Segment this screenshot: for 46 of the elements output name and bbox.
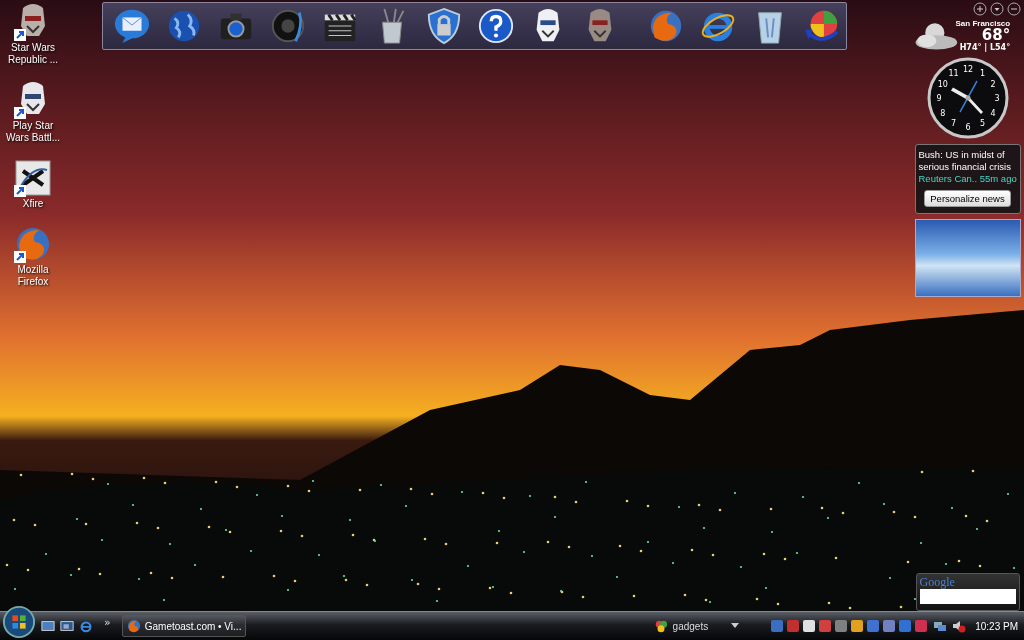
clock-numeral: 11 [947,68,959,78]
switch-windows-icon[interactable] [60,619,74,633]
icon-label: Star Wars Republic ... [7,42,59,66]
clock-numeral: 9 [935,94,942,103]
caret-icon[interactable] [731,623,740,629]
dropdown-icon[interactable] [990,2,1004,16]
toolbar-label[interactable]: gadgets [672,620,709,632]
mail-icon[interactable] [113,7,151,45]
clock-numeral: 4 [990,108,996,118]
taskbar-button[interactable]: Gametoast.com • Vi... [121,615,246,637]
taskbar-clock[interactable]: 10:23 PM [975,620,1018,632]
add-gadget-icon[interactable] [973,2,987,16]
search-field[interactable] [919,589,1016,604]
more-button[interactable]: » [104,615,111,629]
show-desktop-icon[interactable] [41,619,55,633]
clock-numeral: 8 [939,108,945,118]
network-icon[interactable] [933,619,948,633]
icon-label: Play Star Wars Battl... [4,120,62,144]
help-icon[interactable] [477,7,515,45]
personalize-button[interactable]: Personalize news [924,190,1011,207]
clock-numeral: 7 [950,119,956,129]
minimize-icon[interactable] [1007,2,1021,16]
muted-speaker-icon[interactable] [952,619,967,633]
news-headline[interactable]: Bush: US in midst of serious financial crisis [918,149,1017,173]
speaker-icon[interactable] [269,7,307,45]
clock-numeral: 2 [990,79,996,89]
weather-range: H74° | L54° [959,43,1011,52]
browser-icon[interactable] [79,619,93,633]
clock-numeral: 10 [937,79,948,89]
weather-temperature: 68° [981,28,1011,43]
clock-numeral: 1 [979,68,985,78]
tray-icon[interactable] [850,619,865,633]
tray-icon[interactable] [802,619,817,633]
icon-label: Xfire [22,198,44,210]
gadgets-icon [653,619,668,633]
padlock-shield-icon[interactable] [425,7,463,45]
clock-numeral: 6 [964,123,971,132]
start-button[interactable] [2,605,36,639]
clock-numeral: 12 [962,65,973,74]
icon-label: Mozilla Firefox [16,264,50,288]
clock-numeral: 3 [993,94,1000,103]
clock-hands [950,80,983,114]
clock-numeral: 5 [979,119,985,129]
weather-city: San Francisco [955,19,1011,28]
search-logo: Google [919,576,956,589]
news-source: Reuters Can.. 55m ago [918,173,1017,185]
